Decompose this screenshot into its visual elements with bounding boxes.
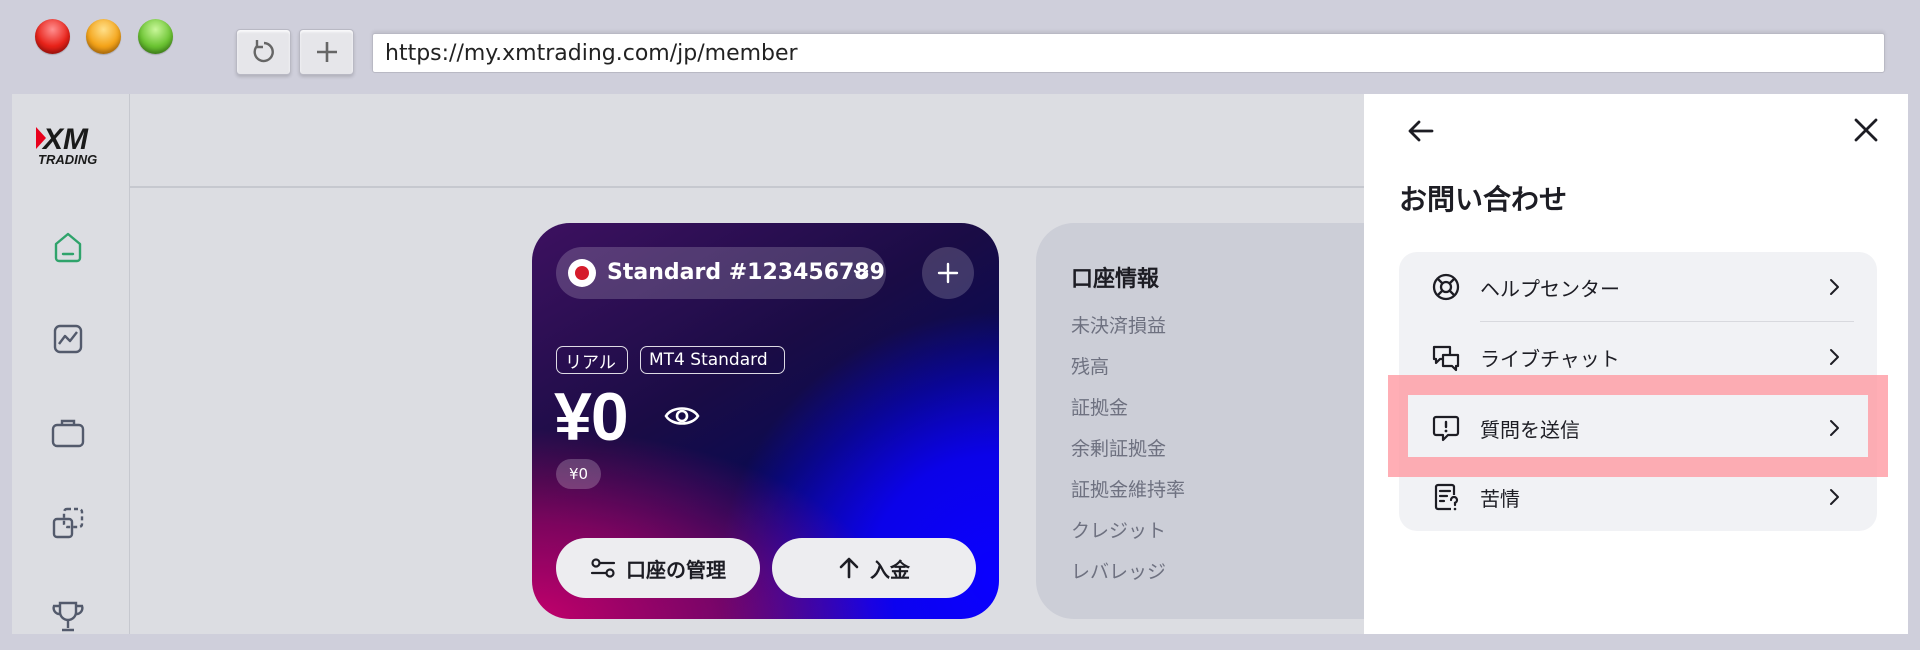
menu-label: ライブチャット bbox=[1480, 346, 1620, 371]
info-row-margin-level: 証拠金維持率 bbox=[1071, 479, 1186, 501]
info-row-floating-pl: 未決済損益 bbox=[1071, 315, 1167, 337]
manage-account-button[interactable]: 口座の管理 bbox=[556, 538, 760, 598]
sub-balance-badge: ¥0 bbox=[556, 459, 601, 489]
add-account-button[interactable] bbox=[922, 247, 974, 299]
new-tab-button[interactable] bbox=[299, 29, 354, 75]
reload-button[interactable] bbox=[236, 29, 291, 75]
account-selector[interactable]: Standard #123456789 bbox=[556, 247, 886, 299]
page-viewport: XM TRADING Standard #123456789 リアル MT4 S… bbox=[12, 94, 1908, 634]
message-alert-icon bbox=[1432, 415, 1460, 442]
chevron-right-icon bbox=[1830, 349, 1839, 365]
sidebar-item-rewards[interactable] bbox=[49, 598, 87, 634]
account-info-panel: 口座情報 未決済損益 残高 証拠金 余剰証拠金 証拠金維持率 クレジット レバレ… bbox=[1036, 223, 1406, 619]
briefcase-icon bbox=[51, 419, 85, 448]
chevron-right-icon bbox=[1830, 279, 1839, 295]
info-row-credit: クレジット bbox=[1071, 520, 1167, 542]
menu-label: 質問を送信 bbox=[1480, 417, 1580, 442]
account-card: Standard #123456789 リアル MT4 Standard ¥0 … bbox=[532, 223, 999, 619]
logo-sub: TRADING bbox=[38, 152, 97, 167]
japan-flag-icon bbox=[568, 259, 596, 287]
browser-chrome: https://my.xmtrading.com/jp/member bbox=[0, 0, 1920, 94]
chat-bubbles-icon bbox=[1432, 345, 1460, 372]
sidebar-item-portfolio[interactable] bbox=[49, 414, 87, 452]
lifebuoy-icon bbox=[1432, 273, 1460, 301]
menu-label: ヘルプセンター bbox=[1480, 276, 1620, 301]
plus-icon bbox=[937, 262, 959, 284]
menu-item-help-center[interactable]: ヘルプセンター bbox=[1399, 252, 1877, 322]
chevron-right-icon bbox=[1830, 489, 1839, 505]
minimize-window-button[interactable] bbox=[86, 19, 121, 54]
chevron-down-icon bbox=[853, 269, 869, 279]
header-divider bbox=[130, 186, 1376, 188]
balance-value: ¥0 bbox=[554, 379, 629, 455]
url-text: https://my.xmtrading.com/jp/member bbox=[385, 40, 798, 66]
home-icon bbox=[54, 232, 82, 263]
document-question-icon bbox=[1434, 483, 1459, 511]
copy-icon bbox=[52, 507, 84, 539]
chevron-right-icon bbox=[1830, 420, 1839, 436]
contact-drawer: お問い合わせ ヘルプセンター ライブチャット 質問を送信 苦情 bbox=[1364, 94, 1908, 634]
reload-icon bbox=[253, 40, 274, 63]
plus-icon bbox=[316, 42, 337, 62]
maximize-window-button[interactable] bbox=[138, 19, 173, 54]
platform-tag: MT4 Standard bbox=[640, 346, 785, 374]
menu-label: 苦情 bbox=[1480, 486, 1520, 511]
sidebar-item-home[interactable] bbox=[49, 228, 87, 266]
account-name: Standard #123456789 bbox=[607, 260, 885, 285]
drawer-title: お問い合わせ bbox=[1399, 183, 1568, 216]
manage-account-label: 口座の管理 bbox=[626, 557, 726, 582]
chart-icon bbox=[53, 324, 83, 354]
xm-logo[interactable]: XM TRADING bbox=[34, 121, 114, 171]
eye-icon[interactable] bbox=[664, 403, 700, 429]
sidebar-item-copy[interactable] bbox=[49, 504, 87, 542]
info-row-margin: 証拠金 bbox=[1071, 397, 1129, 419]
info-row-leverage: レバレッジ bbox=[1071, 561, 1167, 583]
account-type-tag: リアル bbox=[556, 346, 628, 374]
sliders-icon bbox=[590, 558, 616, 578]
close-icon[interactable] bbox=[1852, 116, 1880, 144]
sidebar-item-chart[interactable] bbox=[49, 320, 87, 358]
account-info-title: 口座情報 bbox=[1071, 267, 1160, 292]
info-row-balance: 残高 bbox=[1071, 356, 1110, 378]
close-window-button[interactable] bbox=[35, 19, 70, 54]
sidebar: XM TRADING bbox=[12, 94, 130, 634]
address-bar[interactable]: https://my.xmtrading.com/jp/member bbox=[372, 33, 1885, 73]
deposit-button[interactable]: 入金 bbox=[772, 538, 976, 598]
trophy-icon bbox=[52, 601, 84, 632]
arrow-up-icon bbox=[839, 557, 859, 579]
deposit-label: 入金 bbox=[870, 557, 910, 582]
back-arrow-icon[interactable] bbox=[1406, 116, 1436, 146]
info-row-free-margin: 余剰証拠金 bbox=[1071, 438, 1167, 460]
menu-item-submit-question[interactable]: 質問を送信 bbox=[1399, 393, 1877, 463]
